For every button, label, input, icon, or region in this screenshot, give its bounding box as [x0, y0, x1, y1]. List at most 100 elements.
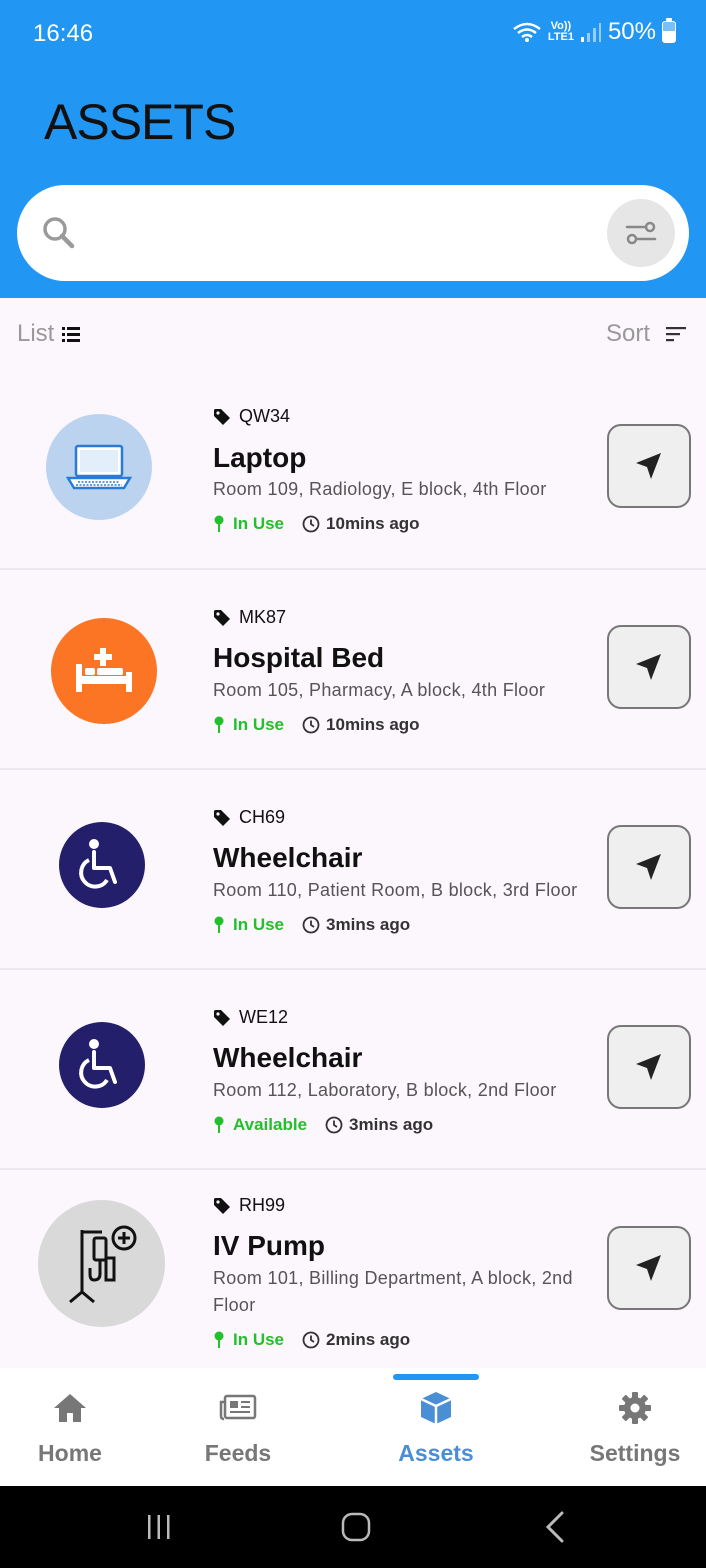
home-circle-icon: [341, 1512, 371, 1542]
asset-location: Room 101, Billing Department, A block, 2…: [213, 1268, 573, 1315]
list-toolbar: List Sort: [0, 298, 706, 370]
asset-name: Wheelchair: [213, 1042, 363, 1073]
last-seen: 10mins ago: [326, 715, 420, 734]
asset-meta: In Use 10mins ago: [213, 715, 420, 735]
nav-feeds[interactable]: Feeds: [188, 1368, 288, 1486]
newspaper-icon: [219, 1394, 257, 1421]
list-icon: [62, 326, 81, 342]
status-label: In Use: [233, 915, 285, 934]
page-title: ASSETS: [44, 94, 236, 150]
navigation-arrow-icon: [636, 854, 661, 880]
clock-icon: [302, 1331, 320, 1349]
asset-row[interactable]: WE12 Wheelchair Room 112, Laboratory, B …: [0, 970, 706, 1170]
bottom-navigation: Home Feeds Assets Settings: [0, 1368, 706, 1486]
pin-icon: [214, 515, 224, 532]
pin-icon: [214, 716, 224, 733]
status-label: In Use: [233, 514, 285, 533]
wheelchair-icon: [59, 822, 145, 908]
battery-icon: [662, 18, 676, 43]
tag-icon: [214, 809, 230, 826]
pin-icon: [214, 1331, 224, 1348]
hospital-bed-icon: [51, 618, 157, 724]
app-header: 16:46 Vo)) LTE1 50% ASSETS: [0, 0, 706, 298]
filter-button[interactable]: [607, 199, 675, 267]
network-label: Vo)) LTE1: [547, 20, 574, 43]
asset-tag: QW34: [213, 406, 290, 427]
last-seen: 3mins ago: [349, 1115, 434, 1134]
battery-percent: 50%: [607, 18, 656, 45]
nav-home[interactable]: Home: [20, 1368, 120, 1486]
asset-name: Laptop: [213, 442, 307, 473]
sliders-icon: [625, 221, 657, 245]
status-label: Available: [233, 1115, 308, 1134]
navigate-button[interactable]: [607, 825, 691, 909]
gear-icon: [619, 1392, 651, 1424]
asset-location: Room 112, Laboratory, B block, 2nd Floor: [213, 1080, 557, 1100]
clock-icon: [302, 716, 320, 734]
asset-row[interactable]: QW34 Laptop Room 109, Radiology, E block…: [0, 370, 706, 570]
navigate-button[interactable]: [607, 1025, 691, 1109]
asset-row[interactable]: RH99 IV Pump Room 101, Billing Departmen…: [0, 1170, 706, 1370]
back-button[interactable]: [540, 1510, 570, 1544]
navigate-button[interactable]: [607, 625, 691, 709]
navigation-arrow-icon: [636, 1054, 661, 1080]
recent-apps-button[interactable]: [143, 1510, 175, 1544]
search-bar[interactable]: [17, 185, 689, 281]
navigate-button[interactable]: [607, 1226, 691, 1310]
wheelchair-icon: [59, 1022, 145, 1108]
system-nav-bar: [0, 1486, 706, 1568]
asset-meta: In Use 10mins ago: [213, 514, 420, 534]
home-icon: [54, 1394, 86, 1422]
nav-assets-label: Assets: [398, 1440, 474, 1466]
status-bar: 16:46 Vo)) LTE1 50%: [0, 0, 706, 70]
asset-name: IV Pump: [213, 1230, 326, 1261]
wifi-icon: [513, 22, 541, 42]
asset-tag: MK87: [213, 607, 286, 628]
tag-icon: [214, 1197, 230, 1214]
asset-list: QW34 Laptop Room 109, Radiology, E block…: [0, 370, 706, 1370]
recent-apps-icon: [148, 1515, 170, 1539]
clock-icon: [302, 916, 320, 934]
asset-meta: In Use 3mins ago: [213, 915, 410, 935]
asset-tag: RH99: [213, 1195, 285, 1216]
navigation-arrow-icon: [636, 654, 661, 680]
asset-location: Room 105, Pharmacy, A block, 4th Floor: [213, 680, 546, 700]
sort-label: Sort: [605, 320, 650, 347]
navigation-arrow-icon: [636, 453, 661, 479]
last-seen: 3mins ago: [326, 915, 411, 934]
asset-name: Wheelchair: [213, 842, 363, 873]
home-system-button[interactable]: [338, 1510, 374, 1544]
nav-settings-label: Settings: [589, 1440, 681, 1466]
asset-location: Room 109, Radiology, E block, 4th Floor: [213, 479, 547, 499]
pin-icon: [214, 1116, 224, 1133]
tag-icon: [214, 609, 230, 626]
last-seen: 2mins ago: [326, 1330, 411, 1349]
status-icons: Vo)) LTE1 50%: [512, 18, 676, 46]
sort-icon: [666, 327, 686, 342]
sort-button[interactable]: Sort: [606, 320, 686, 348]
asset-tag: WE12: [213, 1007, 288, 1028]
signal-icon: [580, 23, 601, 42]
clock: 16:46: [33, 20, 94, 47]
tag-icon: [214, 1009, 230, 1026]
status-label: In Use: [233, 1330, 285, 1349]
list-view-toggle[interactable]: List: [17, 320, 81, 348]
search-input[interactable]: [97, 209, 597, 257]
cube-icon: [420, 1392, 452, 1424]
asset-tag: CH69: [213, 807, 285, 828]
asset-location: Room 110, Patient Room, B block, 3rd Flo…: [213, 880, 578, 900]
asset-row[interactable]: MK87 Hospital Bed Room 105, Pharmacy, A …: [0, 570, 706, 770]
nav-feeds-label: Feeds: [204, 1440, 272, 1466]
back-chevron-icon: [545, 1511, 564, 1543]
laptop-icon: [46, 414, 152, 520]
asset-meta: Available 3mins ago: [213, 1115, 433, 1135]
nav-home-label: Home: [38, 1440, 102, 1466]
navigation-arrow-icon: [636, 1255, 661, 1281]
search-icon: [43, 217, 75, 249]
clock-icon: [325, 1116, 343, 1134]
nav-assets[interactable]: Assets: [386, 1368, 486, 1486]
navigate-button[interactable]: [607, 424, 691, 508]
asset-row[interactable]: CH69 Wheelchair Room 110, Patient Room, …: [0, 770, 706, 970]
asset-name: Hospital Bed: [213, 642, 385, 673]
nav-settings[interactable]: Settings: [580, 1368, 690, 1486]
